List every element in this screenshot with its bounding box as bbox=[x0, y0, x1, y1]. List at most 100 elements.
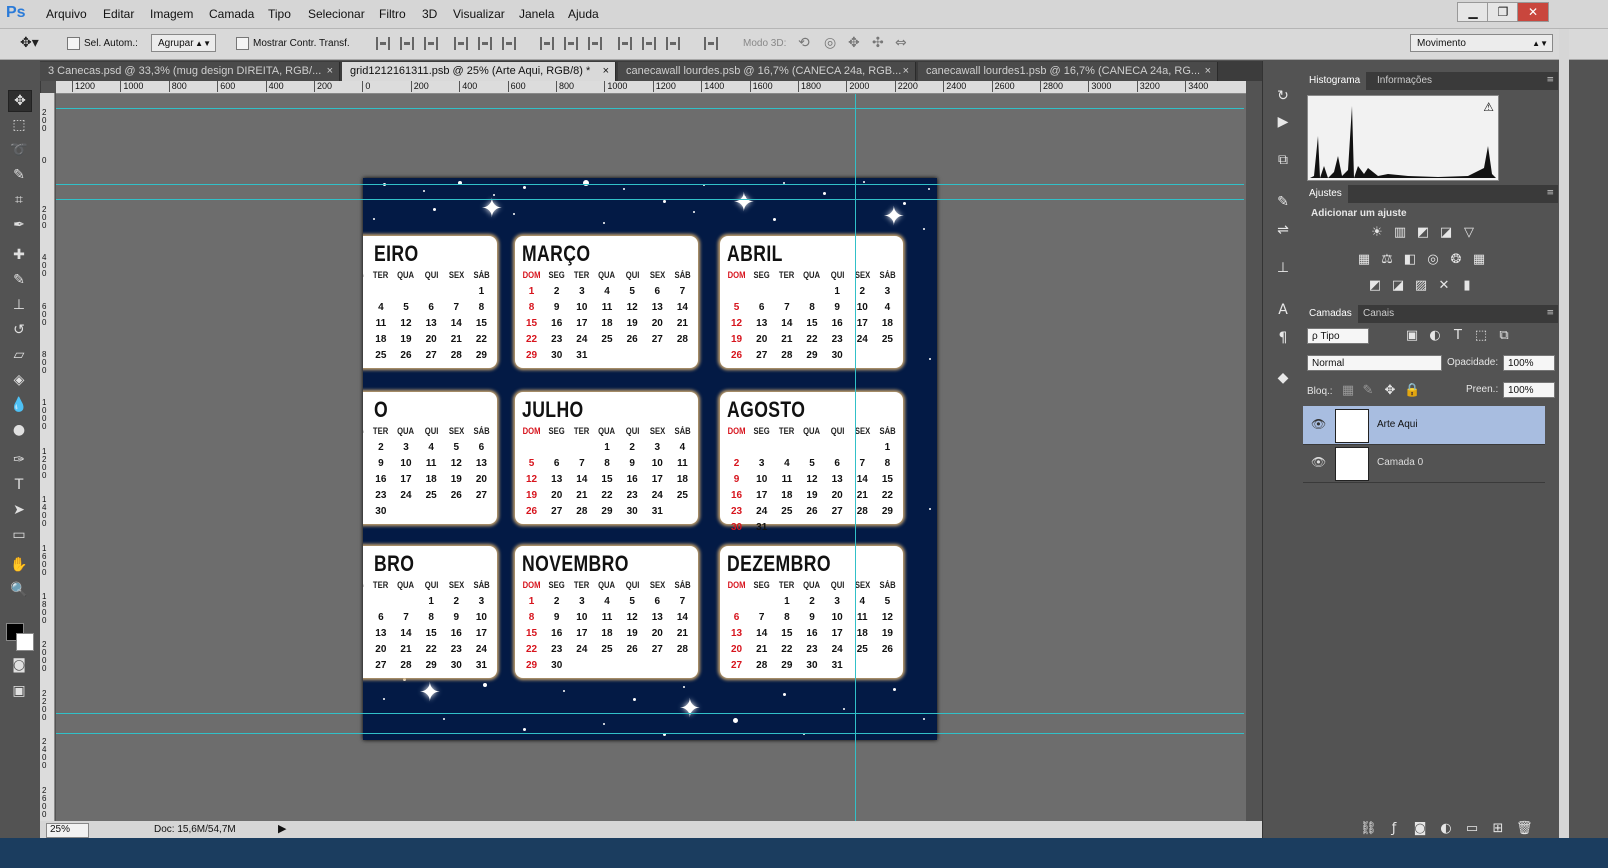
tab-3-canecas[interactable]: 3 Canecas.psd @ 33,3% (mug design DIREIT… bbox=[40, 62, 340, 81]
menu-3d[interactable]: 3D bbox=[422, 7, 437, 21]
menu-arquivo[interactable]: Arquivo bbox=[46, 7, 87, 21]
distribute-left-icon[interactable] bbox=[618, 37, 632, 50]
show-transform-checkbox[interactable] bbox=[236, 37, 249, 50]
menu-imagem[interactable]: Imagem bbox=[150, 7, 193, 21]
shape-tool-icon[interactable]: ▭ bbox=[8, 525, 30, 545]
black-white-icon[interactable]: ◧ bbox=[1402, 253, 1418, 267]
status-arrow-icon[interactable]: ▶ bbox=[278, 822, 286, 835]
close-icon[interactable]: × bbox=[603, 62, 609, 81]
threshold-icon[interactable]: ▨ bbox=[1413, 279, 1429, 293]
new-layer-icon[interactable]: ⊞ bbox=[1490, 822, 1506, 836]
fill-field[interactable]: 100% bbox=[1503, 382, 1555, 398]
rotate-3d-icon[interactable]: ⟲ bbox=[798, 35, 810, 51]
brush-tool-icon[interactable]: ✎ bbox=[8, 270, 30, 290]
document-canvas[interactable]: ✦✦✦✦✦EIRODOMSEGTERQUAQUISEXSÁB1456781112… bbox=[363, 178, 937, 740]
hue-saturation-icon[interactable]: ▦ bbox=[1356, 253, 1372, 267]
guide-horizontal[interactable] bbox=[56, 713, 1244, 714]
tab-info[interactable]: Informações bbox=[1371, 72, 1438, 90]
align-hcenter-icon[interactable] bbox=[478, 37, 492, 50]
filter-pixel-icon[interactable]: ▣ bbox=[1404, 329, 1420, 343]
distribute-vcenter-icon[interactable] bbox=[564, 37, 578, 50]
align-bottom-icon[interactable] bbox=[424, 37, 438, 50]
lock-all-icon[interactable]: 🔒 bbox=[1404, 384, 1420, 398]
lock-pixels-icon[interactable]: ✎ bbox=[1360, 384, 1376, 398]
close-button[interactable]: ✕ bbox=[1517, 2, 1549, 22]
lock-transparent-icon[interactable]: ▦ bbox=[1340, 384, 1356, 398]
opacity-field[interactable]: 100% bbox=[1503, 355, 1555, 371]
layer-filter-dropdown[interactable]: ρ Tipo bbox=[1307, 328, 1369, 344]
history-icon[interactable]: ↻ bbox=[1273, 87, 1293, 105]
clone-source-icon[interactable]: ⊥ bbox=[1273, 259, 1293, 277]
guide-horizontal[interactable] bbox=[56, 108, 1244, 109]
quick-mask-icon[interactable]: ◙ bbox=[8, 655, 30, 675]
vertical-scrollbar[interactable] bbox=[1559, 29, 1569, 838]
layer-row-camada-0[interactable]: 👁 Camada 0 bbox=[1303, 444, 1545, 483]
3d-icon[interactable]: ◆ bbox=[1273, 369, 1293, 387]
link-layers-icon[interactable]: ⛓ bbox=[1360, 822, 1377, 836]
auto-align-icon[interactable] bbox=[704, 37, 718, 50]
guide-horizontal[interactable] bbox=[56, 733, 1244, 734]
histogram-warning-icon[interactable]: ⚠ bbox=[1483, 100, 1494, 114]
marquee-tool-icon[interactable]: ⬚ bbox=[8, 115, 30, 135]
add-mask-icon[interactable]: ◙ bbox=[1412, 822, 1428, 836]
menu-camada[interactable]: Camada bbox=[209, 7, 254, 21]
align-top-icon[interactable] bbox=[376, 37, 390, 50]
crop-tool-icon[interactable]: ⌗ bbox=[8, 190, 30, 210]
path-select-tool-icon[interactable]: ➤ bbox=[8, 500, 30, 520]
layer-row-arte-aqui[interactable]: 👁 Arte Aqui bbox=[1303, 406, 1545, 445]
channel-mixer-icon[interactable]: ❂ bbox=[1448, 253, 1464, 267]
blur-tool-icon[interactable]: 💧 bbox=[8, 395, 30, 415]
paint-bucket-tool-icon[interactable]: ◈ bbox=[8, 370, 30, 390]
restore-button[interactable]: ❐ bbox=[1487, 2, 1519, 22]
tool-presets-icon[interactable]: ⇌ bbox=[1273, 221, 1293, 239]
align-left-icon[interactable] bbox=[454, 37, 468, 50]
scale-3d-icon[interactable]: ⇔ bbox=[895, 35, 907, 51]
new-group-icon[interactable]: ▭ bbox=[1464, 822, 1480, 836]
distribute-bottom-icon[interactable] bbox=[588, 37, 602, 50]
character-icon[interactable]: A bbox=[1273, 301, 1293, 319]
color-balance-icon[interactable]: ⚖ bbox=[1379, 253, 1395, 267]
eye-icon[interactable]: 👁 bbox=[1311, 417, 1326, 431]
gradient-map-icon[interactable]: ▮ bbox=[1459, 279, 1475, 293]
tab-grid[interactable]: grid1212161311.psb @ 25% (Arte Aqui, RGB… bbox=[342, 62, 616, 81]
menu-selecionar[interactable]: Selecionar bbox=[308, 7, 365, 21]
tab-canecawall-lourdes1[interactable]: canecawall lourdes1.psb @ 16,7% (CANECA … bbox=[918, 62, 1218, 81]
screen-mode-icon[interactable]: ▣ bbox=[8, 681, 30, 701]
delete-layer-icon[interactable]: 🗑 bbox=[1516, 822, 1533, 836]
quick-select-tool-icon[interactable]: ✎ bbox=[8, 165, 30, 185]
close-icon[interactable]: × bbox=[327, 62, 333, 81]
panel-menu-icon[interactable]: ≡ bbox=[1546, 188, 1554, 198]
fx-icon[interactable]: ƒ bbox=[1386, 822, 1402, 836]
pen-tool-icon[interactable]: ✑ bbox=[8, 450, 30, 470]
zoom-tool-icon[interactable]: 🔍 bbox=[8, 580, 30, 600]
move-tool-icon[interactable]: ✥ bbox=[8, 90, 32, 112]
close-icon[interactable]: × bbox=[1205, 62, 1211, 81]
panel-menu-icon[interactable]: ≡ bbox=[1546, 308, 1554, 318]
eraser-tool-icon[interactable]: ▱ bbox=[8, 345, 30, 365]
menu-filtro[interactable]: Filtro bbox=[379, 7, 406, 21]
close-icon[interactable]: × bbox=[903, 62, 909, 81]
auto-select-checkbox[interactable] bbox=[67, 37, 80, 50]
dodge-tool-icon[interactable]: ● bbox=[8, 420, 30, 440]
filter-adjust-icon[interactable]: ◐ bbox=[1427, 329, 1443, 343]
menu-editar[interactable]: Editar bbox=[103, 7, 134, 21]
brush-presets-icon[interactable]: ✎ bbox=[1273, 193, 1293, 211]
vibrance-icon[interactable]: ▽ bbox=[1461, 226, 1477, 240]
move-tool-icon[interactable]: ✥▾ bbox=[20, 35, 39, 51]
minimize-button[interactable]: ▁ bbox=[1457, 2, 1489, 22]
lasso-tool-icon[interactable]: ➰ bbox=[8, 140, 30, 160]
history-brush-tool-icon[interactable]: ↺ bbox=[8, 320, 30, 340]
align-vcenter-icon[interactable] bbox=[400, 37, 414, 50]
tab-adjustments[interactable]: Ajustes bbox=[1303, 185, 1348, 203]
guide-horizontal[interactable] bbox=[56, 199, 1244, 200]
distribute-top-icon[interactable] bbox=[540, 37, 554, 50]
tab-layers[interactable]: Camadas bbox=[1303, 305, 1358, 323]
posterize-icon[interactable]: ◪ bbox=[1390, 279, 1406, 293]
blend-mode-dropdown[interactable]: Normal bbox=[1307, 355, 1442, 371]
hand-tool-icon[interactable]: ✋ bbox=[8, 555, 30, 575]
slide-3d-icon[interactable]: ✣ bbox=[872, 35, 884, 51]
new-adjustment-icon[interactable]: ◐ bbox=[1438, 822, 1454, 836]
eye-icon[interactable]: 👁 bbox=[1311, 455, 1326, 469]
type-tool-icon[interactable]: T bbox=[8, 475, 30, 495]
distribute-right-icon[interactable] bbox=[666, 37, 680, 50]
